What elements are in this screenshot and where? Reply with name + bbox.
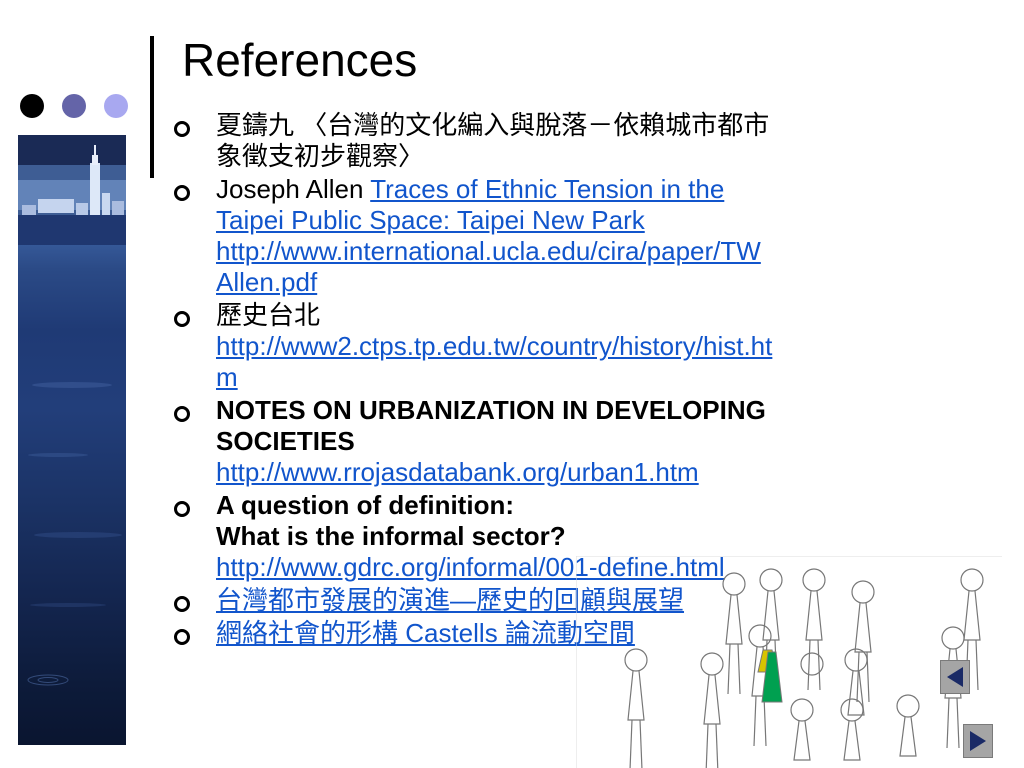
reference-url-link[interactable]: http://www2.ctps.tp.edu.tw/country/histo… [216, 331, 952, 362]
reference-item: 夏鑄九 〈台灣的文化編入與脫落－依賴城市都市 象徵支初步觀察〉 [172, 110, 952, 172]
reference-heading: SOCIETIES [216, 426, 355, 456]
bullet-icon [174, 629, 190, 645]
bullet-icon [174, 596, 190, 612]
decorative-dot-purple [62, 94, 86, 118]
slide-title: References [182, 34, 418, 86]
reference-text: 象徵支初步觀察〉 [216, 141, 425, 171]
bullet-icon [174, 406, 190, 422]
triangle-right-icon [970, 731, 986, 751]
reference-title-link[interactable]: Traces of Ethnic Tension in the [370, 174, 724, 204]
reference-text: 夏鑄九 〈台灣的文化編入與脫落－依賴城市都市 [216, 110, 770, 140]
reference-item: NOTES ON URBANIZATION IN DEVELOPING SOCI… [172, 395, 952, 488]
reference-url-link[interactable]: m [216, 362, 952, 393]
reference-heading: What is the informal sector? [216, 521, 566, 551]
reference-title-link[interactable]: Taipei Public Space: Taipei New Park [216, 205, 952, 236]
reference-item: 歷史台北 http://www2.ctps.tp.edu.tw/country/… [172, 300, 952, 393]
bullet-icon [174, 311, 190, 327]
reference-label: 歷史台北 [216, 300, 321, 330]
bullet-icon [174, 121, 190, 137]
stick-figures-clipart [576, 556, 1002, 768]
bullet-icon [174, 501, 190, 517]
reference-url-link[interactable]: http://www.rrojasdatabank.org/urban1.htm [216, 457, 952, 488]
triangle-left-icon [947, 667, 963, 687]
reference-url-link[interactable]: Allen.pdf [216, 267, 952, 298]
bullet-icon [174, 185, 190, 201]
reference-author: Joseph Allen [216, 174, 371, 204]
previous-slide-button[interactable] [940, 660, 970, 694]
decorative-dot-black [20, 94, 44, 118]
decorative-dot-lavender [104, 94, 128, 118]
slide: References 夏鑄九 〈台灣的文化編入與脫落－依賴城市都市 象徵支初步觀… [0, 0, 1024, 768]
next-slide-button[interactable] [963, 724, 993, 758]
reference-heading: A question of definition: [216, 490, 514, 520]
reference-url-link[interactable]: http://www.international.ucla.edu/cira/p… [216, 236, 952, 267]
city-night-image [18, 135, 126, 745]
title-divider [150, 36, 154, 178]
reference-item: Joseph Allen Traces of Ethnic Tension in… [172, 174, 952, 298]
water-reflection-image [27, 382, 122, 686]
reference-heading: NOTES ON URBANIZATION IN DEVELOPING [216, 395, 766, 425]
reference-link[interactable]: 網絡社會的形構 Castells 論流動空間 [216, 618, 635, 648]
